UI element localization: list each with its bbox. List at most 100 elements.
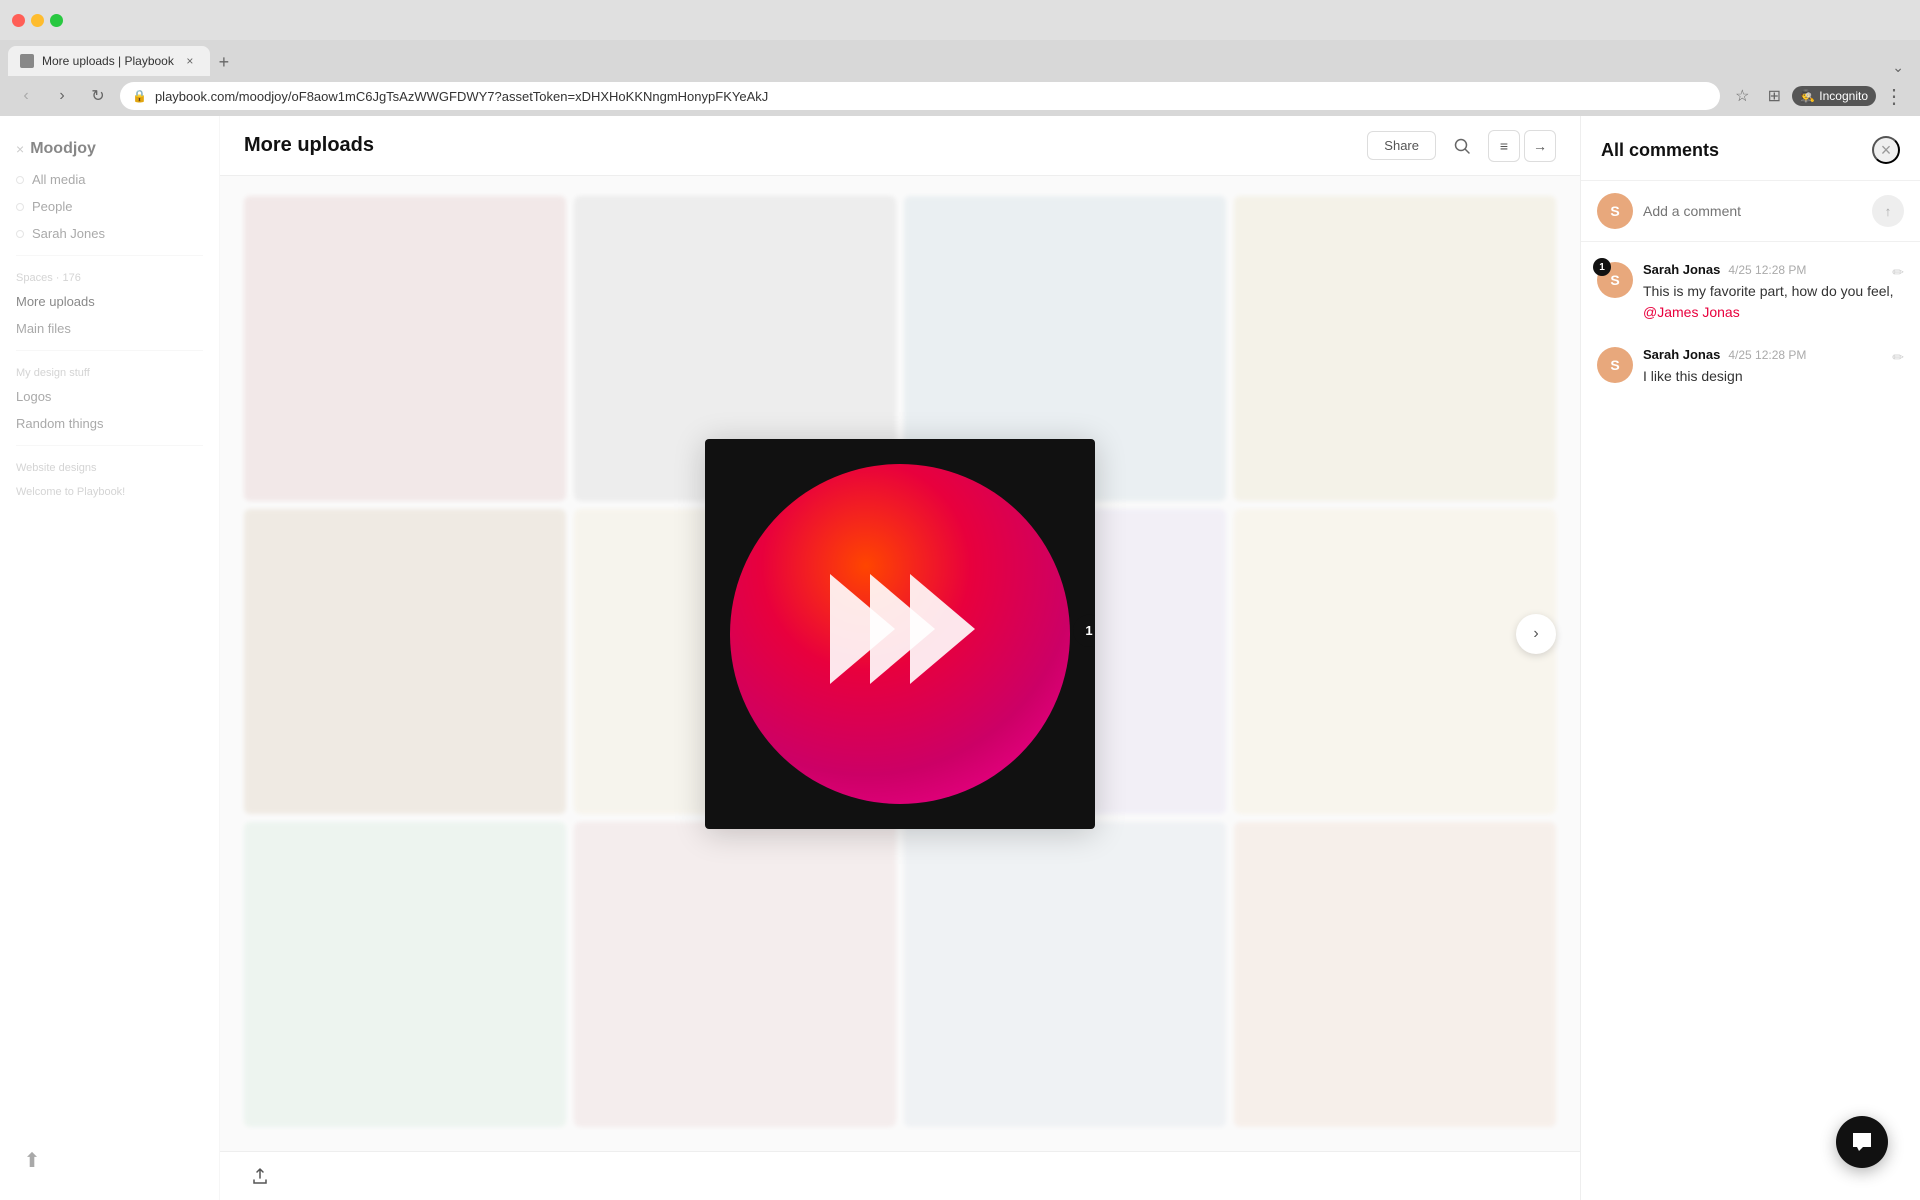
comment-input-area: S ↑ <box>1581 181 1920 242</box>
page-header: More uploads Share ≡ → <box>220 116 1580 176</box>
bg-thumb-4 <box>1234 196 1556 501</box>
sidebar-label-logos: Logos <box>16 389 51 404</box>
comment-1-text: This is my favorite part, how do you fee… <box>1643 281 1904 323</box>
browser-more-button[interactable]: ⋮ <box>1880 82 1908 110</box>
next-asset-button[interactable]: › <box>1516 614 1556 654</box>
all-media-dot <box>16 176 24 184</box>
comment-1-mention[interactable]: @James Jonas <box>1643 304 1740 320</box>
bg-thumb-1 <box>244 196 566 501</box>
comment-submit-button[interactable]: ↑ <box>1872 195 1904 227</box>
search-button[interactable] <box>1448 132 1476 160</box>
page-title: More uploads <box>244 134 374 157</box>
sidebar-label-more-uploads: More uploads <box>16 294 95 309</box>
browser-address-bar: ‹ › ↻ 🔒 playbook.com/moodjoy/oF8aow1mC6J… <box>0 76 1920 116</box>
main-content: More uploads Share ≡ → <box>220 116 1580 1200</box>
next-button[interactable]: → <box>1524 130 1556 162</box>
sidebar-item-people[interactable]: People <box>0 193 219 220</box>
app-container: × Moodjoy All media People Sarah Jones S… <box>0 116 1920 1200</box>
comment-1-time: 4/25 12:28 PM <box>1728 263 1806 277</box>
nav-arrows: ≡ → <box>1488 130 1556 162</box>
upload-toolbar-icon[interactable] <box>244 1160 276 1192</box>
chat-icon <box>1849 1129 1875 1155</box>
comments-panel-title: All comments <box>1601 140 1719 161</box>
comment-2-time: 4/25 12:28 PM <box>1728 348 1806 362</box>
browser-actions: ☆ ⊞ 🕵 Incognito ⋮ <box>1728 82 1908 110</box>
comment-2-author: Sarah Jonas <box>1643 347 1720 362</box>
extension-button[interactable]: ⊞ <box>1760 82 1788 110</box>
comments-header: All comments × <box>1581 116 1920 181</box>
incognito-icon: 🕵 <box>1800 89 1815 103</box>
refresh-button[interactable]: ↻ <box>84 82 112 110</box>
current-user-avatar: S <box>1597 193 1633 229</box>
people-dot <box>16 203 24 211</box>
comment-2-meta: Sarah Jonas 4/25 12:28 PM <box>1643 347 1904 362</box>
active-tab[interactable]: More uploads | Playbook × <box>8 46 210 76</box>
sidebar-label-sarah: Sarah Jones <box>32 226 105 241</box>
new-tab-button[interactable]: + <box>210 48 238 76</box>
page-header-actions: Share ≡ → <box>1367 130 1556 162</box>
maximize-dot[interactable] <box>50 14 63 27</box>
comment-1-edit-button[interactable]: ✏ <box>1892 264 1904 281</box>
comment-1-number-badge: 1 <box>1593 258 1611 276</box>
comment-1-author: Sarah Jonas <box>1643 262 1720 277</box>
sidebar-item-random-things[interactable]: Random things <box>0 410 219 437</box>
tab-favicon <box>20 54 34 68</box>
sidebar: × Moodjoy All media People Sarah Jones S… <box>0 116 220 1200</box>
share-button[interactable]: Share <box>1367 131 1436 160</box>
list-view-button[interactable]: ≡ <box>1488 130 1520 162</box>
bg-thumb-9 <box>244 822 566 1127</box>
minimize-dot[interactable] <box>31 14 44 27</box>
comment-count-badge: 1 <box>1073 614 1095 646</box>
play-triangles-svg <box>800 554 1000 714</box>
sidebar-item-more-uploads[interactable]: More uploads <box>0 288 219 315</box>
close-sidebar-button[interactable]: × <box>16 141 24 157</box>
browser-tab-bar: More uploads | Playbook × + ⌄ <box>0 40 1920 76</box>
expand-icon[interactable]: ⌄ <box>1892 59 1912 76</box>
sidebar-divider-2 <box>16 350 203 351</box>
comment-2-edit-button[interactable]: ✏ <box>1892 349 1904 366</box>
chat-bubble-button[interactable] <box>1836 1116 1888 1168</box>
browser-title-bar <box>0 0 1920 40</box>
upload-icon[interactable]: ⬆ <box>16 1144 48 1176</box>
app-logo: Moodjoy <box>30 140 96 158</box>
logo-circle <box>730 464 1070 804</box>
forward-button[interactable]: › <box>48 82 76 110</box>
comment-item-1: S 1 Sarah Jonas 4/25 12:28 PM This is my… <box>1581 250 1920 335</box>
comments-list: S 1 Sarah Jonas 4/25 12:28 PM This is my… <box>1581 242 1920 1200</box>
sidebar-divider-1 <box>16 255 203 256</box>
incognito-badge: 🕵 Incognito <box>1792 86 1876 106</box>
comment-1-meta: Sarah Jonas 4/25 12:28 PM <box>1643 262 1904 277</box>
sidebar-label-all-media: All media <box>32 172 85 187</box>
sidebar-item-logos[interactable]: Logos <box>0 383 219 410</box>
tab-close-button[interactable]: × <box>182 53 198 69</box>
sidebar-section-website: Website designs <box>0 454 219 478</box>
close-dot[interactable] <box>12 14 25 27</box>
tab-title: More uploads | Playbook <box>42 54 174 68</box>
sidebar-item-sarah-jones[interactable]: Sarah Jones <box>0 220 219 247</box>
close-comments-button[interactable]: × <box>1872 136 1900 164</box>
sarah-dot <box>16 230 24 238</box>
sidebar-label-random: Random things <box>16 416 103 431</box>
comments-panel: All comments × S ↑ S 1 <box>1580 116 1920 1200</box>
sidebar-item-main-files[interactable]: Main files <box>0 315 219 342</box>
bottom-toolbar <box>220 1151 1580 1200</box>
bookmark-button[interactable]: ☆ <box>1728 82 1756 110</box>
incognito-label: Incognito <box>1819 89 1868 103</box>
sidebar-item-all-media[interactable]: All media <box>0 166 219 193</box>
sidebar-label-main-files: Main files <box>16 321 71 336</box>
lock-icon: 🔒 <box>132 89 147 103</box>
comment-2-text: I like this design <box>1643 366 1904 387</box>
comment-badge[interactable]: 1 <box>1073 614 1095 646</box>
browser-dots <box>12 14 63 27</box>
bg-thumb-8 <box>1234 509 1556 814</box>
address-bar[interactable]: 🔒 playbook.com/moodjoy/oF8aow1mC6JgTsAzW… <box>120 82 1720 110</box>
submit-arrow-icon: ↑ <box>1885 204 1892 219</box>
comment-input-field[interactable] <box>1643 203 1862 219</box>
sidebar-section-design: My design stuff <box>0 359 219 383</box>
asset-viewer: 1 › <box>220 116 1580 1151</box>
back-button[interactable]: ‹ <box>12 82 40 110</box>
comment-2-avatar: S <box>1597 347 1633 383</box>
url-text: playbook.com/moodjoy/oF8aow1mC6JgTsAzWWG… <box>155 89 1708 104</box>
search-icon <box>1453 137 1471 155</box>
comment-1-content: Sarah Jonas 4/25 12:28 PM This is my fav… <box>1643 262 1904 323</box>
